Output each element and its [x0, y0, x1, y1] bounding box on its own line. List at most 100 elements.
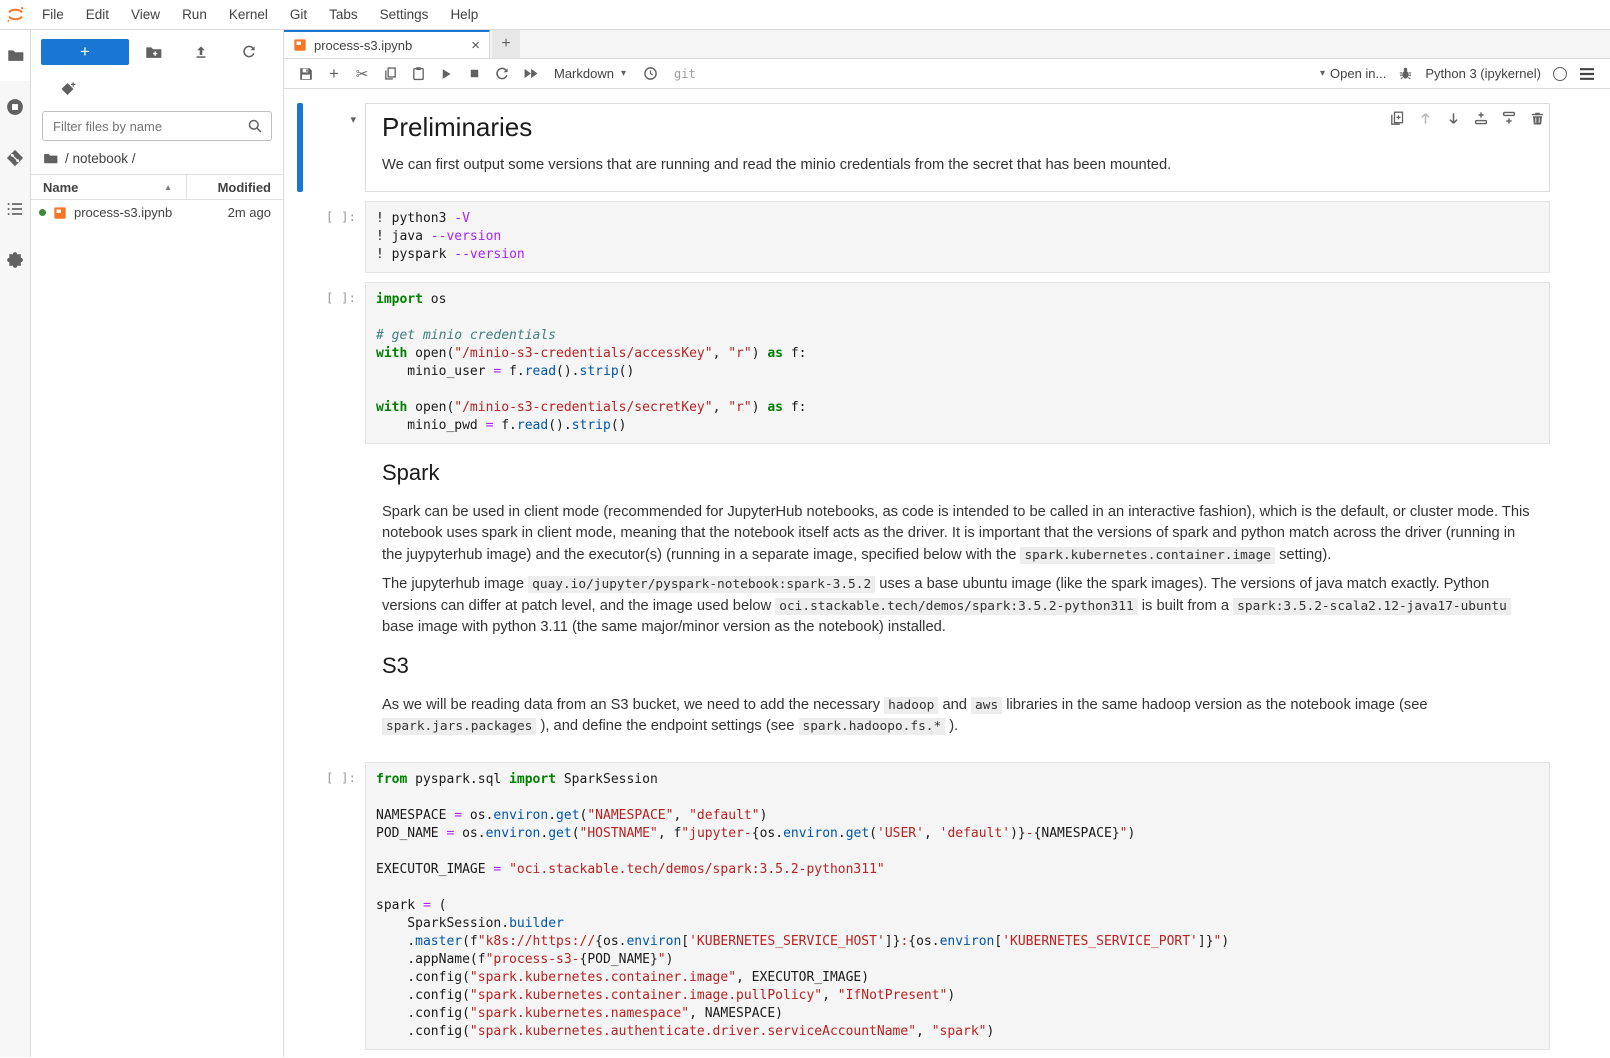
menubar-items: FileEditViewRunKernelGitTabsSettingsHelp: [31, 0, 489, 29]
hamburger-menu-icon[interactable]: [1579, 67, 1595, 81]
md-text: ), and define the endpoint settings (see: [536, 718, 798, 734]
move-cell-down-button[interactable]: [1444, 109, 1462, 127]
sidebar-tab-table-of-contents[interactable]: [0, 183, 30, 234]
copy-cells-button[interactable]: [376, 62, 404, 86]
execution-time-icon[interactable]: [636, 62, 664, 86]
code-line: EXECUTOR_IMAGE = "oci.stackable.tech/dem…: [376, 861, 1539, 879]
code-line: NAMESPACE = os.environ.get("NAMESPACE", …: [376, 807, 1539, 825]
paste-cells-button[interactable]: [404, 62, 432, 86]
code-editor[interactable]: from pyspark.sql import SparkSession NAM…: [365, 762, 1550, 1050]
unsaved-changes-dot: [39, 209, 46, 216]
code-editor[interactable]: ! python3 -V! java --version! pyspark --…: [365, 201, 1550, 273]
menu-git[interactable]: Git: [282, 0, 315, 29]
menu-run[interactable]: Run: [174, 0, 215, 29]
tab-title: process-s3.ipynb: [314, 38, 412, 53]
cell-input-prompt: [ ]:: [303, 762, 365, 1050]
md-text: and: [938, 697, 971, 713]
file-browser-panel: +: [31, 30, 284, 1057]
git-status-label: git: [664, 67, 706, 81]
filter-files-input[interactable]: [51, 118, 247, 135]
cut-cells-button[interactable]: ✂: [348, 62, 376, 86]
move-cell-up-button[interactable]: [1416, 109, 1434, 127]
breadcrumb[interactable]: / notebook /: [31, 141, 283, 174]
interrupt-kernel-button[interactable]: [460, 62, 488, 86]
sort-ascending-icon: ▲: [164, 183, 172, 192]
restart-kernel-button[interactable]: [488, 62, 516, 86]
upload-button[interactable]: [187, 40, 215, 64]
new-folder-button[interactable]: [139, 40, 167, 64]
column-name[interactable]: Name ▲: [31, 175, 187, 199]
menu-edit[interactable]: Edit: [78, 0, 117, 29]
save-button[interactable]: [292, 62, 320, 86]
file-modified: 2m ago: [228, 205, 283, 220]
home-folder-icon: [43, 151, 58, 166]
search-icon: [247, 118, 263, 134]
duplicate-cell-button[interactable]: [1388, 109, 1406, 127]
code-line: .config("spark.kubernetes.container.imag…: [376, 969, 1539, 987]
column-modified[interactable]: Modified: [187, 175, 283, 199]
debugger-bug-icon[interactable]: [1398, 66, 1413, 81]
cell-toolbar: [1388, 109, 1546, 127]
md-h1: Preliminaries: [382, 112, 1533, 143]
md-text: setting).: [1275, 547, 1331, 563]
filter-files-box: [42, 111, 272, 141]
new-tab-button[interactable]: +: [492, 30, 520, 58]
run-all-cells-button[interactable]: [516, 62, 544, 86]
new-launcher-button[interactable]: +: [41, 39, 129, 65]
tab-process-s3[interactable]: process-s3.ipynb ×: [284, 30, 490, 58]
git-clone-icon[interactable]: [61, 81, 77, 97]
menu-view[interactable]: View: [123, 0, 168, 29]
sidebar-tab-file-browser[interactable]: [0, 30, 30, 81]
md-p: Spark can be used in client mode (recomm…: [382, 502, 1533, 567]
code-line: [376, 309, 1539, 327]
insert-cell-above-button[interactable]: [1472, 109, 1490, 127]
delete-cell-button[interactable]: [1528, 109, 1546, 127]
main-area: process-s3.ipynb × + + ✂: [284, 30, 1610, 1057]
add-cell-button[interactable]: +: [320, 62, 348, 86]
heading-collapse-icon[interactable]: ▾: [350, 114, 356, 126]
folder-icon: [7, 47, 24, 64]
refresh-button[interactable]: [235, 40, 263, 64]
open-in-dropdown[interactable]: ▾ Open in...: [1320, 66, 1386, 81]
code-cell[interactable]: [ ]:! python3 -V! java --version! pyspar…: [297, 201, 1550, 273]
file-browser-toolbar: +: [31, 30, 283, 69]
run-cell-button[interactable]: [432, 62, 460, 86]
notebook-panel: ▾ Preliminaries We can first output some v…: [284, 89, 1610, 1057]
sidebar-tab-git[interactable]: [0, 132, 30, 183]
kernel-status-icon[interactable]: [1553, 67, 1567, 81]
insert-cell-below-button[interactable]: [1500, 109, 1518, 127]
markdown-cell[interactable]: ▾ Preliminaries We can first output some v…: [297, 103, 1550, 192]
notebook-file-icon: [53, 206, 67, 220]
sidebar-tab-extension-manager[interactable]: [0, 234, 30, 285]
notebook-file-icon: [293, 38, 307, 52]
inline-code: oci.stackable.tech/demos/spark:3.5.2-pyt…: [775, 598, 1137, 615]
close-icon[interactable]: ×: [471, 38, 480, 53]
inline-code: aws: [971, 697, 1002, 714]
tab-bar: process-s3.ipynb × +: [284, 30, 1610, 59]
menu-kernel[interactable]: Kernel: [221, 0, 276, 29]
code-editor[interactable]: import os # get minio credentialswith op…: [365, 282, 1550, 444]
sidebar-tab-running-sessions[interactable]: [0, 81, 30, 132]
markdown-cell[interactable]: SparkSpark can be used in client mode (r…: [297, 453, 1550, 753]
code-cell[interactable]: [ ]:import os # get minio credentialswit…: [297, 282, 1550, 444]
menu-settings[interactable]: Settings: [372, 0, 437, 29]
menu-help[interactable]: Help: [442, 0, 486, 29]
file-list-header: Name ▲ Modified: [31, 174, 283, 200]
cell-type-dropdown[interactable]: Markdown ▾: [544, 66, 636, 81]
code-line: .master(f"k8s://https://{os.environ['KUB…: [376, 933, 1539, 951]
menu-tabs[interactable]: Tabs: [321, 0, 366, 29]
md-text: ).: [945, 718, 958, 734]
file-name: process-s3.ipynb: [74, 205, 228, 220]
table-of-contents-icon: [6, 200, 24, 218]
md-text: libraries in the same hadoop version as …: [1002, 697, 1427, 713]
md-text: is built from a: [1138, 598, 1234, 614]
code-line: minio_user = f.read().strip(): [376, 363, 1539, 381]
md-p: The jupyterhub image quay.io/jupyter/pys…: [382, 574, 1533, 639]
md-p: We can first output some versions that a…: [382, 155, 1533, 177]
code-line: SparkSession.builder: [376, 915, 1539, 933]
kernel-name[interactable]: Python 3 (ipykernel): [1425, 66, 1541, 81]
code-cell[interactable]: [ ]:from pyspark.sql import SparkSession…: [297, 762, 1550, 1050]
menu-file[interactable]: File: [34, 0, 72, 29]
file-list-item[interactable]: process-s3.ipynb2m ago: [31, 200, 283, 225]
code-line: [376, 843, 1539, 861]
